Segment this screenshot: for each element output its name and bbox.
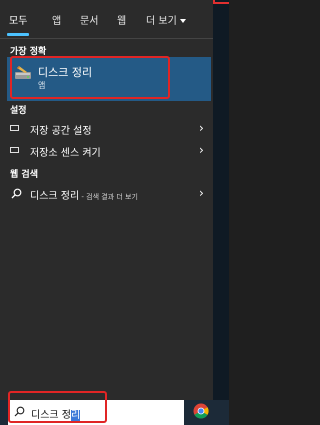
chevron-right-icon: › [199, 121, 204, 135]
tab-documents[interactable]: 문서 [80, 12, 98, 27]
tab-web[interactable]: 웹 [117, 12, 126, 27]
web-search-heading: 웹 검색 [10, 170, 38, 180]
web-search-text: 디스크 정리 - 검색 결과 더 보기 [30, 187, 138, 202]
web-search-suffix: - 검색 결과 더 보기 [79, 193, 138, 201]
active-tab-indicator [7, 33, 29, 36]
tab-apps[interactable]: 앱 [52, 12, 61, 27]
annotation-box-search [8, 391, 107, 423]
storage-icon [10, 147, 19, 153]
settings-heading: 설정 [10, 106, 27, 116]
annotation-box-edge [213, 0, 229, 4]
chevron-right-icon: › [199, 186, 204, 200]
settings-item-label: 저장 공간 설정 [30, 126, 92, 137]
settings-item-storage-sense[interactable]: 저장소 센스 켜기 › [0, 140, 213, 162]
web-search-query: 디스크 정리 [30, 191, 80, 202]
chrome-icon[interactable] [193, 403, 209, 419]
settings-item-storage[interactable]: 저장 공간 설정 › [0, 118, 213, 140]
web-search-result[interactable]: 디스크 정리 - 검색 결과 더 보기 › [0, 184, 213, 204]
storage-icon [10, 125, 19, 131]
search-icon [11, 188, 22, 199]
desktop-edge [213, 0, 229, 400]
search-tabs: 모두 앱 문서 웹 더 보기 [0, 0, 213, 39]
tab-more[interactable]: 더 보기 [146, 12, 186, 27]
tab-more-label: 더 보기 [146, 16, 177, 27]
chevron-right-icon: › [199, 143, 204, 157]
tab-all[interactable]: 모두 [9, 12, 27, 27]
settings-item-label: 저장소 센스 켜기 [30, 148, 101, 159]
chevron-down-icon [179, 19, 186, 23]
annotation-box-best-match [10, 56, 170, 99]
